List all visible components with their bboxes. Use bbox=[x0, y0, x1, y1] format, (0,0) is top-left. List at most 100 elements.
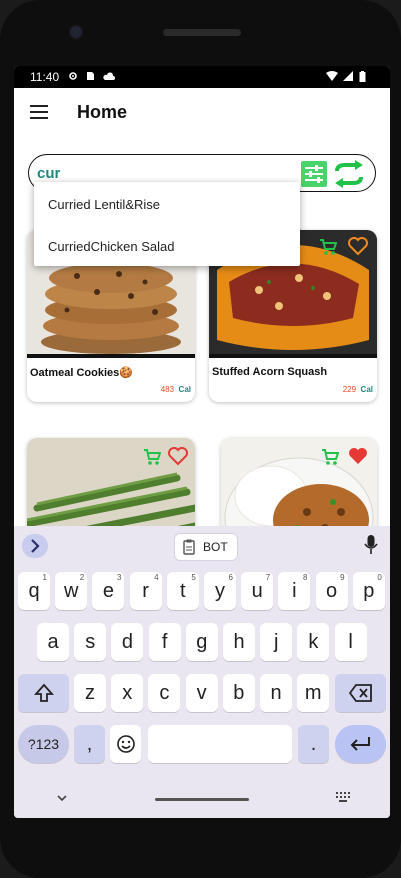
comma-key[interactable]: , bbox=[74, 725, 105, 763]
phone-frame: 11:40 Home cur Curried Lentil&Rise Curri… bbox=[0, 0, 401, 878]
key-hint: 0 bbox=[377, 573, 382, 582]
key-label: j bbox=[273, 631, 279, 653]
recipe-name: Stuffed Acorn Squash bbox=[212, 366, 328, 378]
key-hint: 7 bbox=[265, 573, 271, 582]
expand-toolbar-button[interactable] bbox=[22, 534, 48, 558]
favorite-heart-icon[interactable] bbox=[347, 236, 369, 256]
key-label: b bbox=[233, 682, 245, 704]
swap-arrows-icon bbox=[335, 160, 363, 188]
key-m[interactable]: m bbox=[297, 674, 330, 712]
key-b[interactable]: b bbox=[222, 674, 255, 712]
key-hint: 8 bbox=[302, 573, 308, 582]
keyboard-switch-icon[interactable] bbox=[336, 792, 350, 802]
key-label: t bbox=[180, 580, 186, 602]
period-key[interactable]: . bbox=[298, 725, 329, 763]
key-e[interactable]: e3 bbox=[92, 572, 125, 610]
key-label: y bbox=[215, 580, 225, 602]
key-label: w bbox=[63, 580, 79, 602]
key-label: f bbox=[161, 631, 168, 653]
key-label: v bbox=[196, 682, 207, 704]
microphone-icon[interactable] bbox=[364, 534, 378, 556]
key-w[interactable]: w2 bbox=[55, 572, 88, 610]
key-o[interactable]: o9 bbox=[315, 572, 348, 610]
key-hint: 9 bbox=[340, 573, 345, 582]
enter-arrow-icon bbox=[350, 737, 370, 751]
key-a[interactable]: a bbox=[37, 623, 69, 661]
key-n[interactable]: n bbox=[260, 674, 292, 712]
clipboard-icon bbox=[183, 539, 195, 555]
emoji-icon bbox=[116, 735, 135, 753]
battery-icon bbox=[359, 71, 366, 82]
suggestion-item[interactable]: Curried Lentil&Rise bbox=[48, 197, 160, 212]
key-label: g bbox=[196, 631, 208, 653]
filter-button[interactable] bbox=[301, 161, 327, 187]
suggestion-item[interactable]: CurriedChicken Salad bbox=[48, 239, 174, 254]
key-h[interactable]: h bbox=[223, 623, 255, 661]
key-label: m bbox=[304, 682, 322, 704]
filter-sliders-icon bbox=[305, 165, 323, 183]
chevron-right-icon bbox=[31, 539, 40, 553]
key-i[interactable]: i8 bbox=[278, 572, 311, 610]
shift-key[interactable] bbox=[18, 674, 69, 712]
key-d[interactable]: d bbox=[111, 623, 144, 661]
key-f[interactable]: f bbox=[148, 623, 181, 661]
key-label: l bbox=[348, 631, 353, 653]
chevron-down-icon[interactable] bbox=[56, 794, 68, 802]
backspace-key[interactable] bbox=[335, 674, 386, 712]
key-c[interactable]: c bbox=[148, 674, 181, 712]
key-v[interactable]: v bbox=[185, 674, 218, 712]
wifi-icon bbox=[326, 71, 338, 81]
system-nav-bar bbox=[14, 778, 390, 818]
key-label: k bbox=[308, 631, 319, 653]
refresh-button[interactable] bbox=[333, 159, 365, 189]
key-label: z bbox=[85, 682, 95, 704]
symbols-key[interactable]: ?123 bbox=[18, 725, 69, 763]
key-z[interactable]: z bbox=[74, 674, 106, 712]
cart-icon[interactable] bbox=[143, 448, 161, 466]
key-label: o bbox=[326, 580, 338, 602]
key-j[interactable]: j bbox=[260, 623, 293, 661]
key-label: u bbox=[251, 580, 263, 602]
key-l[interactable]: l bbox=[334, 623, 367, 661]
key-r[interactable]: r4 bbox=[129, 572, 162, 610]
key-q[interactable]: q1 bbox=[18, 572, 50, 610]
cart-icon[interactable] bbox=[319, 238, 337, 256]
key-label: s bbox=[85, 631, 96, 653]
clipboard-chip[interactable]: BOT bbox=[174, 533, 238, 561]
menu-icon[interactable] bbox=[30, 105, 48, 119]
key-y[interactable]: y6 bbox=[204, 572, 236, 610]
signal-icon bbox=[343, 71, 353, 81]
screen: 11:40 Home cur Curried Lentil&Rise Curri… bbox=[14, 66, 390, 818]
shift-arrow-icon bbox=[33, 683, 54, 702]
keyboard-toolbar: BOT bbox=[14, 526, 390, 566]
favorite-heart-filled-icon[interactable] bbox=[347, 446, 369, 466]
key-u[interactable]: u7 bbox=[241, 572, 274, 610]
key-s[interactable]: s bbox=[74, 623, 107, 661]
enter-key[interactable] bbox=[335, 725, 386, 763]
key-label: e bbox=[102, 580, 114, 602]
key-g[interactable]: g bbox=[185, 623, 218, 661]
key-label: x bbox=[122, 682, 133, 704]
key-k[interactable]: k bbox=[297, 623, 330, 661]
spacebar-key[interactable] bbox=[148, 725, 292, 763]
calorie-count: 229 Cal bbox=[342, 385, 373, 394]
key-hint: 1 bbox=[42, 573, 47, 582]
cloud-icon bbox=[103, 72, 115, 80]
key-t[interactable]: t5 bbox=[166, 572, 199, 610]
backspace-icon bbox=[348, 684, 372, 702]
cart-icon[interactable] bbox=[321, 448, 339, 466]
emoji-key[interactable] bbox=[110, 725, 141, 763]
key-label: c bbox=[159, 682, 170, 704]
key-x[interactable]: x bbox=[111, 674, 144, 712]
status-time: 11:40 bbox=[30, 70, 60, 84]
clipboard-chip-label: BOT bbox=[203, 540, 228, 554]
key-label: h bbox=[233, 631, 245, 653]
favorite-heart-icon[interactable] bbox=[167, 446, 189, 466]
soft-keyboard: BOT ?123 , . q 1 w 2 e 3 r 4 t 5 y 6 u 7… bbox=[14, 526, 390, 818]
home-gesture-pill[interactable] bbox=[155, 798, 249, 801]
earpiece-speaker bbox=[163, 29, 241, 36]
key-p[interactable]: p0 bbox=[352, 572, 385, 610]
key-hint: 3 bbox=[116, 573, 122, 582]
key-label: r bbox=[142, 580, 149, 602]
app-bar: Home bbox=[14, 88, 390, 137]
